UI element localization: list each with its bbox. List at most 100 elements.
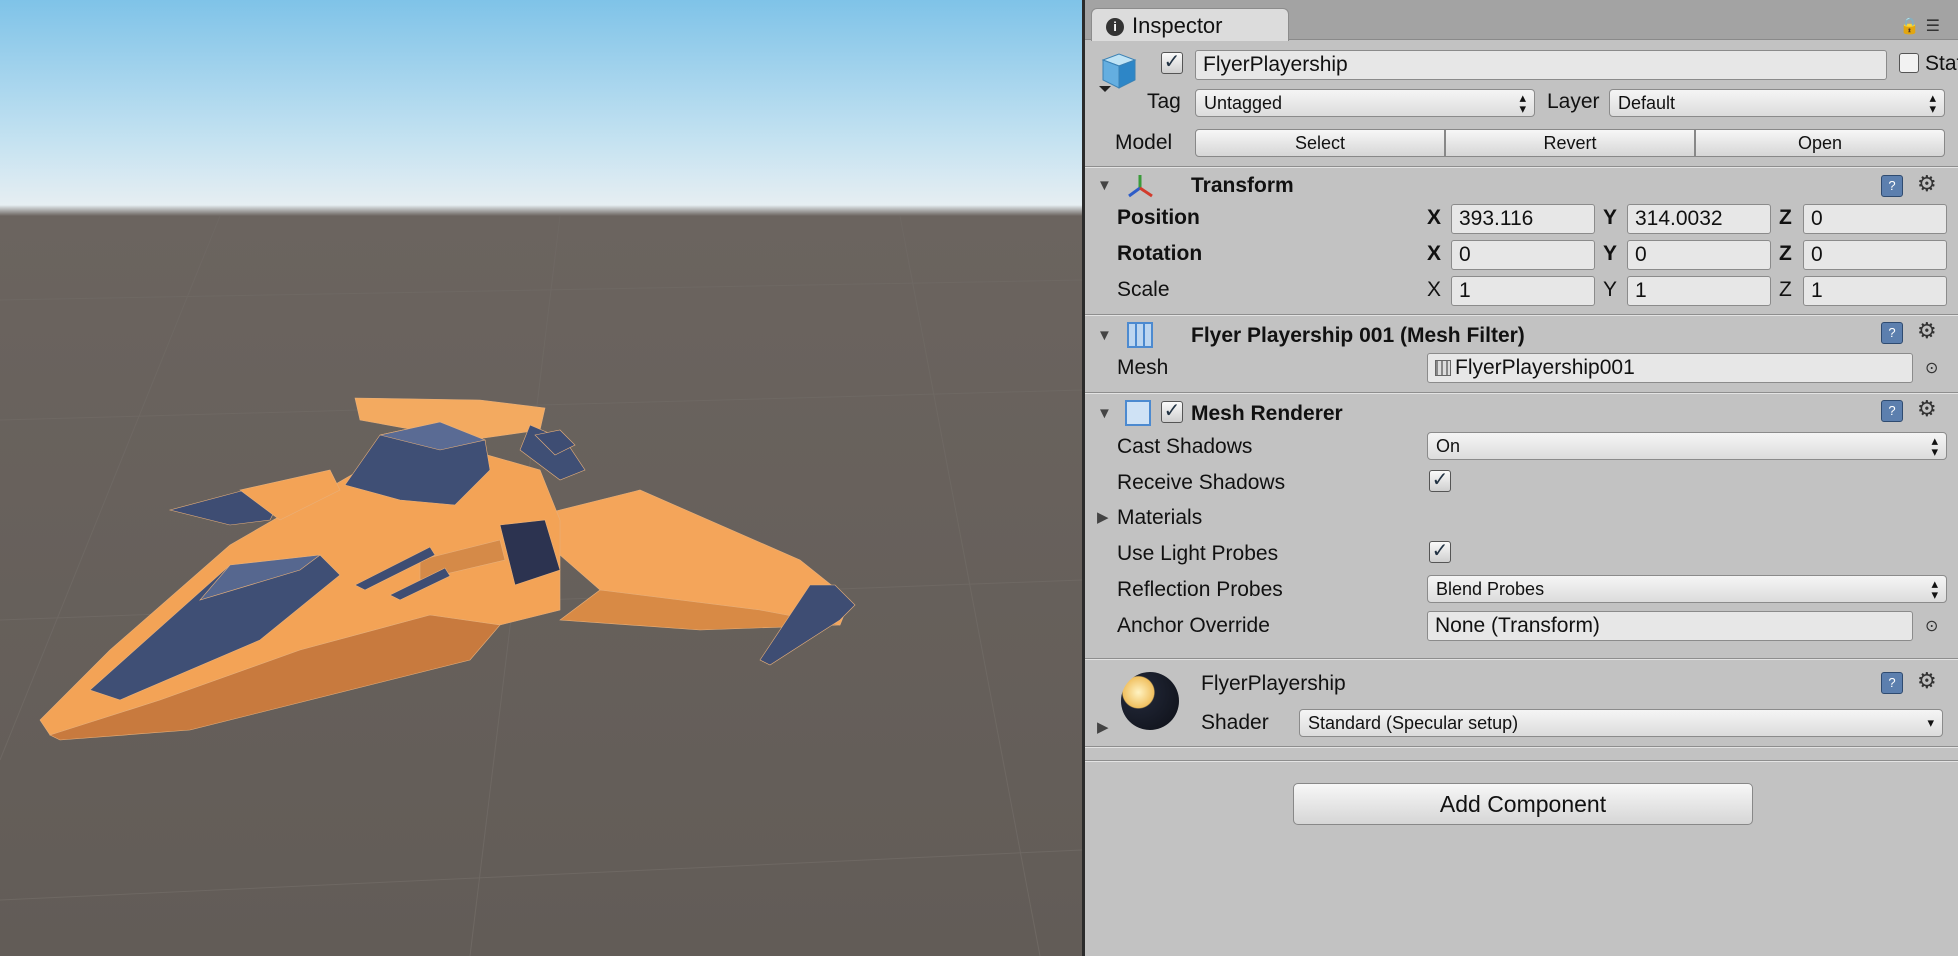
help-icon[interactable]: ? [1881, 400, 1903, 422]
inspector-tabbar: i Inspector 🔒☰ [1085, 0, 1958, 41]
help-icon[interactable]: ? [1881, 175, 1903, 197]
scale-y-label: Y [1603, 278, 1618, 301]
fold-triangle-icon[interactable]: ▼ [1097, 327, 1112, 344]
model-revert-button[interactable]: Revert [1445, 129, 1695, 157]
model-label: Model [1115, 131, 1173, 154]
scale-x-label: X [1427, 278, 1442, 301]
scene-view[interactable] [0, 0, 1082, 956]
anchor-override-label: Anchor Override [1117, 614, 1270, 637]
chevron-down-icon: ▾ [1927, 715, 1934, 730]
position-y-input[interactable]: 314.0032 [1627, 204, 1771, 234]
cast-shadows-dropdown[interactable]: On ▴ ▾ [1427, 432, 1947, 460]
divider [1085, 392, 1958, 394]
shader-label: Shader [1201, 711, 1269, 734]
mesh-renderer-title: Mesh Renderer [1191, 402, 1343, 425]
gear-icon[interactable]: ⚙ [1917, 173, 1937, 195]
gear-icon[interactable]: ⚙ [1917, 320, 1937, 342]
gameobject-icon [1097, 50, 1137, 94]
mesh-renderer-enabled-checkbox[interactable]: ✓ [1161, 401, 1183, 423]
use-light-probes-checkbox[interactable]: ✓ [1429, 541, 1451, 563]
position-y-label: Y [1603, 206, 1618, 229]
layer-label: Layer [1547, 90, 1600, 113]
updown-arrow-icon: ▴ ▾ [1931, 576, 1938, 602]
rotation-z-label: Z [1779, 242, 1792, 265]
shader-value: Standard (Specular setup) [1308, 713, 1519, 733]
object-name-input[interactable]: FlyerPlayership [1195, 50, 1887, 80]
receive-shadows-checkbox[interactable]: ✓ [1429, 470, 1451, 492]
mesh-object-field[interactable]: FlyerPlayership001 [1427, 353, 1913, 383]
fold-triangle-icon[interactable]: ▼ [1097, 405, 1112, 422]
scale-z-label: Z [1779, 278, 1792, 301]
active-checkbox[interactable]: ✓ [1161, 52, 1183, 74]
divider [1085, 166, 1958, 168]
position-x-label: X [1427, 206, 1442, 229]
menu-icon[interactable]: ☰ [1926, 18, 1946, 35]
inspector-panel: i Inspector 🔒☰ ✓ FlyerPlayership Static T… [1082, 0, 1958, 956]
updown-arrow-icon: ▴ ▾ [1929, 90, 1936, 116]
object-picker-icon[interactable]: ⊙ [1925, 616, 1938, 636]
tab-menu-icons[interactable]: 🔒☰ [1900, 16, 1946, 36]
anchor-override-field[interactable]: None (Transform) [1427, 611, 1913, 641]
transform-title: Transform [1191, 174, 1294, 197]
object-picker-icon[interactable]: ⊙ [1925, 358, 1938, 378]
info-icon: i [1106, 18, 1124, 36]
scale-label: Scale [1117, 278, 1170, 301]
static-checkbox[interactable] [1899, 53, 1919, 73]
use-light-probes-label: Use Light Probes [1117, 542, 1279, 565]
position-z-label: Z [1779, 206, 1792, 229]
reflection-probes-label: Reflection Probes [1117, 578, 1283, 601]
layer-dropdown-value: Default [1618, 93, 1676, 113]
updown-arrow-icon: ▴ ▾ [1519, 90, 1526, 116]
static-label: Static [1925, 52, 1958, 75]
fold-triangle-icon[interactable]: ▼ [1097, 177, 1112, 194]
rotation-z-input[interactable]: 0 [1803, 240, 1947, 270]
rotation-y-label: Y [1603, 242, 1618, 265]
layer-dropdown[interactable]: Default ▴ ▾ [1609, 89, 1945, 117]
help-icon[interactable]: ? [1881, 672, 1903, 694]
rotation-y-input[interactable]: 0 [1627, 240, 1771, 270]
receive-shadows-label: Receive Shadows [1117, 471, 1286, 494]
model-select-button[interactable]: Select [1195, 129, 1445, 157]
scale-y-input[interactable]: 1 [1627, 276, 1771, 306]
mesh-icon [1435, 360, 1451, 376]
reflection-probes-dropdown[interactable]: Blend Probes ▴ ▾ [1427, 575, 1947, 603]
tag-label: Tag [1147, 90, 1181, 113]
divider [1085, 314, 1958, 316]
divider [1085, 746, 1958, 748]
position-x-input[interactable]: 393.116 [1451, 204, 1595, 234]
help-icon[interactable]: ? [1881, 322, 1903, 344]
position-z-input[interactable]: 0 [1803, 204, 1947, 234]
rotation-x-input[interactable]: 0 [1451, 240, 1595, 270]
gear-icon[interactable]: ⚙ [1917, 398, 1937, 420]
mesh-filter-title: Flyer Playership 001 (Mesh Filter) [1191, 324, 1525, 347]
add-component-button[interactable]: Add Component [1293, 783, 1753, 825]
scale-z-input[interactable]: 1 [1803, 276, 1947, 306]
divider [1085, 760, 1958, 762]
cast-shadows-value: On [1436, 436, 1461, 456]
mesh-label: Mesh [1117, 356, 1169, 379]
scale-x-input[interactable]: 1 [1451, 276, 1595, 306]
model-open-button[interactable]: Open [1695, 129, 1945, 157]
position-label: Position [1117, 206, 1200, 229]
shader-dropdown[interactable]: Standard (Specular setup) ▾ [1299, 709, 1943, 737]
material-expand-icon[interactable]: ▶ [1097, 718, 1109, 736]
materials-expand-icon[interactable]: ▶ [1097, 508, 1109, 526]
lock-icon[interactable]: 🔒 [1900, 18, 1926, 35]
transform-icon [1125, 172, 1155, 202]
rotation-x-label: X [1427, 242, 1442, 265]
reflection-probes-value: Blend Probes [1436, 579, 1545, 599]
divider [1085, 658, 1958, 660]
mesh-value: FlyerPlayership001 [1455, 356, 1635, 379]
playership-model[interactable] [39, 397, 856, 741]
material-preview-sphere [1121, 672, 1179, 730]
tab-inspector-label: Inspector [1132, 13, 1223, 38]
mesh-filter-icon [1127, 322, 1153, 348]
material-name: FlyerPlayership [1201, 672, 1346, 695]
gear-icon[interactable]: ⚙ [1917, 670, 1937, 692]
tab-inspector[interactable]: i Inspector [1091, 8, 1289, 41]
scene-canvas[interactable] [0, 0, 1082, 956]
tag-dropdown[interactable]: Untagged ▴ ▾ [1195, 89, 1535, 117]
materials-label[interactable]: Materials [1117, 506, 1202, 530]
mesh-renderer-icon [1125, 400, 1151, 426]
tag-dropdown-value: Untagged [1204, 93, 1283, 113]
